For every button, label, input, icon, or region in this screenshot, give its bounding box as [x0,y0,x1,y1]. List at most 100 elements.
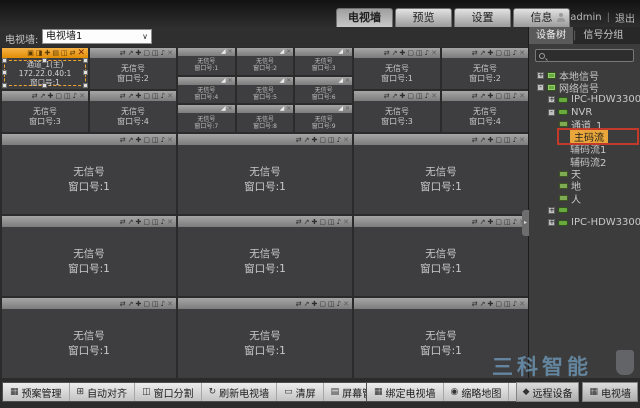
mini-window-cell[interactable]: ◢✕无信号窗口号:6 [295,77,352,104]
expand-icon[interactable]: + [548,219,555,226]
window-cell[interactable]: ⇄↗✚▢◫♪✕ 无信号窗口号:1 [354,48,440,89]
auto-align-button[interactable]: ⊞自动对齐 [70,383,136,401]
lock-icon[interactable]: ◫ [152,218,159,226]
close-icon[interactable]: ✕ [345,106,350,112]
collapse-icon[interactable]: - [548,109,555,116]
close-icon[interactable]: ✕ [286,49,291,55]
stream-icon[interactable]: ⇄ [296,218,302,226]
close-icon[interactable]: ✕ [345,49,350,55]
window-split-button[interactable]: ◫窗口分割 [135,383,202,401]
window-cell[interactable]: ⇄↗✚▢◫♪✕ 无信号窗口号:1 [178,216,352,296]
lock-icon[interactable]: ◫ [61,49,68,57]
bind-wall-button[interactable]: ▦绑定电视墙 [367,383,444,401]
stream-icon[interactable]: ⇄ [296,136,302,144]
stream-icon[interactable]: ⇄ [472,49,478,57]
close-icon[interactable]: ✕ [167,218,173,226]
lock-icon[interactable]: ◫ [504,300,511,308]
audio-icon[interactable]: ♪ [337,218,341,226]
audio-icon[interactable]: ♪ [161,218,165,226]
audio-icon[interactable]: ♪ [425,92,429,100]
audio-icon[interactable]: ♪ [161,92,165,100]
fullscreen-icon[interactable]: ↗ [480,218,486,226]
tree-item[interactable]: 地 [529,180,640,192]
sidebar-collapse-handle[interactable]: ▸ [522,210,529,236]
window-cell[interactable]: ⇄↗✚▢◫♪✕ 无信号窗口号:1 [354,134,528,214]
selection-handle[interactable] [42,58,47,63]
move-icon[interactable]: ✚ [136,300,142,308]
close-icon[interactable]: ✕ [431,92,437,100]
audio-icon[interactable]: ♪ [161,136,165,144]
lock-icon[interactable]: ◫ [328,300,335,308]
move-icon[interactable]: ✚ [44,49,50,57]
stream-icon[interactable]: ⇄ [472,136,478,144]
stream-icon[interactable]: ⇄ [120,218,126,226]
close-icon[interactable]: ✕ [286,106,291,112]
window-cell[interactable]: ⇄↗✚▢◫♪✕ 无信号窗口号:1 [354,298,528,378]
close-icon[interactable]: ✕ [431,49,437,57]
preset-manage-button[interactable]: ▦预案管理 [3,383,70,401]
fullscreen-icon[interactable]: ↗ [128,49,134,57]
wall-selector-dropdown[interactable]: 电视墙1 ∨ [42,29,152,44]
snapshot-icon[interactable]: ▢ [495,300,502,308]
mini-window-cell[interactable]: ◢✕无信号窗口号:7 [178,105,235,132]
resize-icon[interactable]: ◢ [221,106,226,112]
tree-item[interactable]: +IPC-HDW3300S [529,217,640,229]
stream-icon[interactable]: ⇄ [120,92,126,100]
selection-handle[interactable] [2,83,7,88]
lock-icon[interactable]: ◫ [328,218,335,226]
snapshot-icon[interactable]: ▢ [143,49,150,57]
move-icon[interactable]: ✚ [312,218,318,226]
tab-signal-group[interactable]: 信号分组 [576,27,630,44]
fullscreen-icon[interactable]: ↗ [128,92,134,100]
window-cell[interactable]: ⇄↗✚▢◫♪✕ 无信号窗口号:1 [2,134,176,214]
mini-window-cell[interactable]: ◢✕无信号窗口号:5 [237,77,294,104]
stream-icon[interactable]: ⇄ [472,92,478,100]
selection-handle[interactable] [83,70,88,75]
mini-window-cell[interactable]: ◢✕无信号窗口号:9 [295,105,352,132]
fullscreen-icon[interactable]: ↗ [480,300,486,308]
tree-item[interactable]: -网络信号 [529,81,640,93]
close-icon[interactable]: ✕ [167,92,173,100]
window-cell[interactable]: ⇄↗✚▢◫♪✕ 无信号窗口号:4 [442,91,528,132]
audio-icon[interactable]: ♪ [513,300,517,308]
close-icon[interactable]: ✕ [343,300,349,308]
close-icon[interactable]: ✕ [167,300,173,308]
selection-handle[interactable] [83,83,88,88]
audio-icon[interactable]: ♪ [513,49,517,57]
stream-icon[interactable]: ⇄ [70,49,76,57]
move-icon[interactable]: ✚ [488,300,494,308]
move-icon[interactable]: ✚ [488,218,494,226]
selection-handle[interactable] [2,70,7,75]
move-icon[interactable]: ✚ [48,92,54,100]
fullscreen-icon[interactable]: ↗ [480,136,486,144]
lock-icon[interactable]: ◫ [328,136,335,144]
search-input[interactable] [548,50,632,61]
move-icon[interactable]: ✚ [312,300,318,308]
lock-icon[interactable]: ◫ [152,92,159,100]
audio-icon[interactable]: ♪ [425,49,429,57]
fullscreen-icon[interactable]: ↗ [40,92,46,100]
mini-window-cell[interactable]: ◢✕无信号窗口号:2 [237,48,294,75]
window-cell[interactable]: ⇄↗✚▢◫♪✕ 无信号窗口号:3 [354,91,440,132]
close-icon[interactable]: ✕ [286,78,291,84]
close-icon[interactable]: ✕ [228,106,233,112]
tree-item[interactable]: 辅码流2 [529,155,640,167]
window-cell-selected[interactable]: ▣◨✚▤◫⇄✕ 通道_1(主) 172.22.0.40:1 窗口号:1 [2,48,88,89]
tree-item[interactable]: +IPC-HDW3300S [529,94,640,106]
fullscreen-icon[interactable]: ↗ [128,136,134,144]
stream-icon[interactable]: ⇄ [472,300,478,308]
window-cell[interactable]: ⇄↗✚▢◫♪✕ 无信号窗口号:2 [442,48,528,89]
resize-icon[interactable]: ◢ [338,78,343,84]
resize-icon[interactable]: ◢ [338,106,343,112]
fullscreen-icon[interactable]: ↗ [304,136,310,144]
tv-wall-button[interactable]: ▦电视墙 [582,382,638,402]
move-icon[interactable]: ✚ [136,218,142,226]
audio-icon[interactable]: ♪ [513,92,517,100]
close-icon[interactable]: ✕ [228,49,233,55]
audio-icon[interactable]: ♪ [73,92,77,100]
snapshot-icon[interactable]: ▢ [495,218,502,226]
resize-icon[interactable]: ◢ [280,78,285,84]
audio-icon[interactable]: ♪ [161,49,165,57]
stream-icon[interactable]: ⇄ [120,136,126,144]
mini-window-cell[interactable]: ◢✕无信号窗口号:4 [178,77,235,104]
